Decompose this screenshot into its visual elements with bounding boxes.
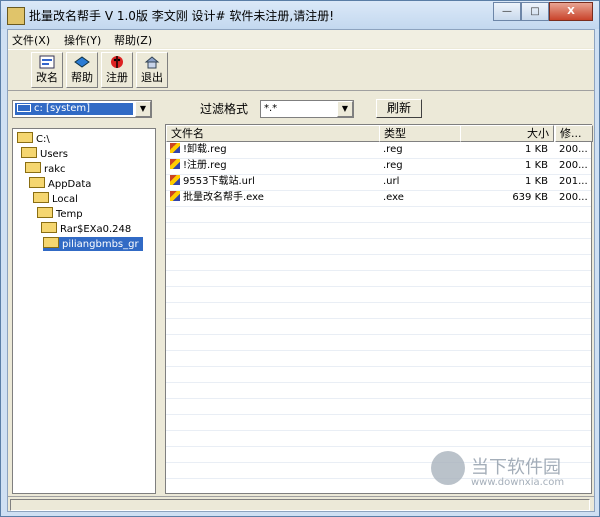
filter-dropdown-arrow-icon[interactable]: ▼: [337, 101, 353, 117]
drive-dropdown-arrow-icon[interactable]: ▼: [135, 101, 151, 117]
filter-value: *.*: [264, 103, 278, 114]
filter-label: 过滤格式: [200, 102, 249, 116]
watermark-text: 当下软件园: [471, 457, 561, 478]
rename-label: 改名: [36, 71, 58, 84]
folder-icon: [41, 222, 57, 233]
drive-value: c: [system]: [34, 103, 91, 114]
window-title: 批量改名帮手 V 1.0版 李文刚 设计# 软件未注册,请注册!: [29, 9, 335, 23]
help-label: 帮助: [71, 71, 93, 84]
app-icon: [7, 7, 25, 25]
file-list[interactable]: 文件名 类型 大小 修... !卸载.reg .reg 1 KB 200... …: [165, 124, 593, 494]
tree-item[interactable]: Users: [21, 147, 68, 161]
drive-select[interactable]: c: [system] ▼: [12, 100, 152, 118]
folder-icon: [37, 207, 53, 218]
watermark-logo-icon: [431, 451, 465, 485]
table-row[interactable]: 9553下载站.url .url 1 KB 201...: [166, 174, 591, 191]
reg-file-icon: [170, 143, 180, 153]
column-size[interactable]: 大小: [460, 125, 554, 142]
table-row[interactable]: !注册.reg .reg 1 KB 200...: [166, 158, 591, 175]
menu-bar: 文件(X) 操作(Y) 帮助(Z): [8, 30, 594, 48]
drive-icon: [17, 104, 31, 112]
exit-button[interactable]: 退出: [136, 52, 168, 88]
table-row[interactable]: !卸载.reg .reg 1 KB 200...: [166, 142, 591, 159]
exit-icon: [144, 56, 160, 69]
refresh-button[interactable]: 刷新: [376, 99, 422, 118]
close-button[interactable]: X: [549, 2, 593, 21]
status-bar: [8, 496, 594, 511]
column-type[interactable]: 类型: [379, 125, 463, 142]
menu-file[interactable]: 文件(X): [12, 32, 50, 48]
tree-item-selected[interactable]: piliangbmbs_gr: [43, 237, 143, 251]
toolbar: 改名 帮助 注册 退出: [8, 49, 594, 91]
tree-item[interactable]: Rar$EXa0.248: [41, 222, 131, 236]
open-folder-icon: [43, 237, 59, 248]
register-label: 注册: [106, 71, 128, 84]
folder-tree[interactable]: C:\ Users rakc AppData Local Temp Rar$EX…: [12, 128, 156, 494]
exe-file-icon: [170, 191, 180, 201]
folder-icon: [17, 132, 33, 143]
help-icon: [74, 56, 90, 68]
menu-operate[interactable]: 操作(Y): [64, 32, 101, 48]
tree-item[interactable]: AppData: [29, 177, 91, 191]
status-panel: [10, 499, 590, 511]
client-area: 文件(X) 操作(Y) 帮助(Z) 改名 帮助 注册 退出 c: [system…: [7, 29, 595, 512]
menu-help[interactable]: 帮助(Z): [114, 32, 152, 48]
register-button[interactable]: 注册: [101, 52, 133, 88]
tree-item[interactable]: Local: [33, 192, 78, 206]
tree-item[interactable]: C:\: [17, 132, 50, 146]
watermark-url: www.downxia.com: [471, 477, 565, 488]
app-window: 批量改名帮手 V 1.0版 李文刚 设计# 软件未注册,请注册! — □ X 文…: [0, 0, 600, 517]
folder-icon: [33, 192, 49, 203]
column-name[interactable]: 文件名: [166, 125, 382, 142]
folder-icon: [29, 177, 45, 188]
help-button[interactable]: 帮助: [66, 52, 98, 88]
exit-label: 退出: [141, 71, 163, 84]
tree-item[interactable]: rakc: [25, 162, 66, 176]
filter-select[interactable]: *.* ▼: [260, 100, 354, 118]
title-bar[interactable]: 批量改名帮手 V 1.0版 李文刚 设计# 软件未注册,请注册! — □ X: [1, 1, 599, 29]
column-modified[interactable]: 修...: [555, 125, 593, 142]
tree-item[interactable]: Temp: [37, 207, 83, 221]
list-header: 文件名 类型 大小 修...: [166, 125, 593, 142]
rename-icon: [39, 55, 55, 69]
minimize-button[interactable]: —: [493, 2, 521, 21]
table-row[interactable]: 批量改名帮手.exe .exe 639 KB 200...: [166, 190, 591, 207]
register-icon: [111, 56, 123, 68]
folder-icon: [25, 162, 41, 173]
maximize-button[interactable]: □: [521, 2, 549, 21]
rename-button[interactable]: 改名: [31, 52, 63, 88]
reg-file-icon: [170, 159, 180, 169]
folder-icon: [21, 147, 37, 158]
url-file-icon: [170, 175, 180, 185]
